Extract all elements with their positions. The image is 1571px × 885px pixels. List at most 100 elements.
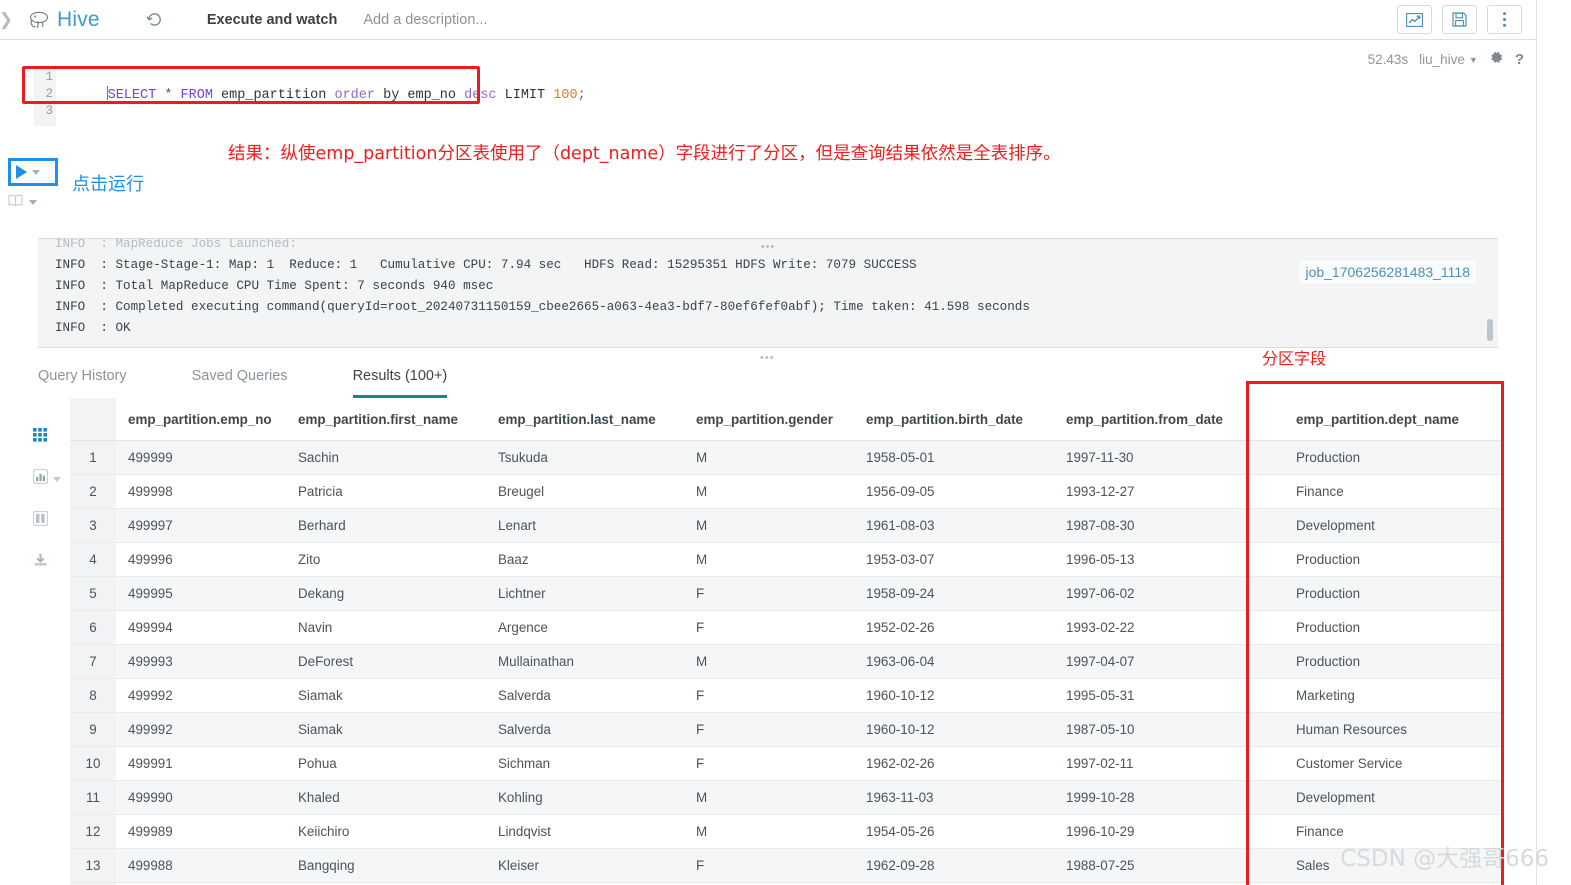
log-resize-grip-bottom[interactable]: ••• <box>760 352 775 364</box>
columns-view-button[interactable] <box>32 510 63 531</box>
table-row[interactable]: 6 499994 Navin Argence F 1952-02-26 1993-02-22… <box>70 610 1502 645</box>
table-row[interactable]: 12 499989 Keiichiro Lindqvist M 1954-05-26 199… <box>70 814 1502 849</box>
table-row[interactable]: 13 499988 Bangqing Kleiser F 1962-09-28 1988-0… <box>70 848 1502 883</box>
chevron-down-icon[interactable]: ▼ <box>1469 55 1478 65</box>
caret-down-icon[interactable] <box>53 476 61 482</box>
database-selector[interactable]: liu_hive <box>1419 52 1465 67</box>
question-mark-icon[interactable]: ? <box>1515 51 1524 68</box>
cell-dept-name: Development <box>1266 508 1502 543</box>
download-button[interactable] <box>33 553 63 572</box>
query-token: emp_partition <box>212 88 335 103</box>
row-number: 10 <box>70 746 116 781</box>
cell-from-date: 1996-05-13 <box>1066 542 1266 577</box>
row-number: 11 <box>70 780 116 815</box>
cell-last-name: Kohling <box>498 780 696 815</box>
chart-view-button[interactable] <box>32 468 63 489</box>
cell-first-name: Siamak <box>298 678 498 713</box>
cell-emp-no: 499989 <box>116 814 298 849</box>
cell-last-name: Salverda <box>498 712 696 747</box>
cell-last-name: Argence <box>498 610 696 645</box>
table-row[interactable]: 3 499997 Berhard Lenart M 1961-08-03 1987-08-3… <box>70 508 1502 543</box>
cell-emp-no: 499998 <box>116 474 298 509</box>
table-row[interactable]: 9 499992 Siamak Salverda F 1960-10-12 1987-05-… <box>70 712 1502 747</box>
cell-birth-date: 1962-02-26 <box>866 746 1066 781</box>
cell-dept-name: Customer Service <box>1266 746 1502 781</box>
explain-button[interactable] <box>8 194 37 210</box>
editor-gutter: 123 <box>34 66 56 126</box>
log-line-1: INFO : Stage-Stage-1: Map: 1 Reduce: 1 C… <box>55 258 917 272</box>
table-row[interactable]: 7 499993 DeForest Mullainathan M 1963-06-04 19… <box>70 644 1502 679</box>
caret-down-icon[interactable] <box>29 199 37 205</box>
more-button[interactable] <box>1487 5 1522 34</box>
vertical-dots-icon <box>1502 11 1507 28</box>
col-first-name[interactable]: emp_partition.first_name <box>298 398 498 441</box>
job-id-link[interactable]: job_1706256281483_1118 <box>1299 261 1476 283</box>
query-token: emp_no <box>407 88 465 103</box>
query-text[interactable]: SELECT * FROM emp_partition order by emp… <box>58 69 586 121</box>
table-row[interactable]: 1 499999 Sachin Tsukuda M 1958-05-01 1997-11-3… <box>70 440 1502 475</box>
row-number: 13 <box>70 848 116 883</box>
table-row[interactable]: 5 499995 Dekang Lichtner F 1958-09-24 1997-06-… <box>70 576 1502 611</box>
table-row[interactable]: 2 499998 Patricia Breugel M 1956-09-05 1993-12… <box>70 474 1502 509</box>
grid-view-button[interactable] <box>33 428 63 447</box>
cell-last-name: Baaz <box>498 542 696 577</box>
tab-results[interactable]: Results (100+) <box>352 368 448 398</box>
cell-last-name: Breugel <box>498 474 696 509</box>
results-table: emp_partition.emp_no emp_partition.first… <box>70 398 1502 885</box>
col-gender[interactable]: emp_partition.gender <box>696 398 866 441</box>
chart-button[interactable] <box>1397 5 1432 34</box>
cell-gender: F <box>696 848 866 883</box>
log-scrollbar[interactable] <box>1487 319 1493 341</box>
table-row[interactable]: 4 499996 Zito Baaz M 1953-03-07 1996-05-13 Prod… <box>70 542 1502 577</box>
cell-birth-date: 1954-05-26 <box>866 814 1066 849</box>
page-title: Execute and watch <box>206 11 338 28</box>
caret-down-icon[interactable] <box>32 169 40 175</box>
table-row[interactable]: 11 499990 Khaled Kohling M 1963-11-03 1999-10-… <box>70 780 1502 815</box>
cell-birth-date: 1956-09-05 <box>866 474 1066 509</box>
col-dept-name[interactable]: emp_partition.dept_name <box>1266 398 1502 441</box>
book-icon <box>8 194 23 210</box>
cell-first-name: Navin <box>298 610 498 645</box>
cell-from-date: 1995-05-31 <box>1066 678 1266 713</box>
dept-column-annotation: 分区字段 <box>1262 349 1327 368</box>
tab-query-history[interactable]: Query History <box>38 368 127 398</box>
cell-emp-no: 499992 <box>116 678 298 713</box>
cell-emp-no: 499999 <box>116 440 298 475</box>
cell-from-date: 1987-05-10 <box>1066 712 1266 747</box>
grid-view-icon <box>33 428 48 447</box>
cell-from-date: 1993-12-27 <box>1066 474 1266 509</box>
query-token: order <box>334 88 375 103</box>
table-row[interactable]: 10 499991 Pohua Sichman F 1962-02-26 1997-02-1… <box>70 746 1502 781</box>
cell-first-name: Keiichiro <box>298 814 498 849</box>
cell-last-name: Lichtner <box>498 576 696 611</box>
description-input[interactable]: Add a description... <box>363 12 487 28</box>
cell-dept-name: Human Resources <box>1266 712 1502 747</box>
results-table-container[interactable]: emp_partition.emp_no emp_partition.first… <box>70 398 1502 885</box>
table-row[interactable]: 8 499992 Siamak Salverda F 1960-10-12 1995-05-… <box>70 678 1502 713</box>
save-button[interactable] <box>1442 5 1477 34</box>
col-birth-date[interactable]: emp_partition.birth_date <box>866 398 1066 441</box>
tab-saved-queries[interactable]: Saved Queries <box>192 368 288 398</box>
results-table-body: 1 499999 Sachin Tsukuda M 1958-05-01 1997-11-3… <box>70 440 1502 885</box>
history-revert-icon[interactable] <box>146 11 163 28</box>
row-number: 8 <box>70 678 116 713</box>
col-from-date[interactable]: emp_partition.from_date <box>1066 398 1266 441</box>
results-table-head: emp_partition.emp_no emp_partition.first… <box>70 398 1502 441</box>
cell-emp-no: 499988 <box>116 848 298 883</box>
row-number: 3 <box>70 508 116 543</box>
run-button[interactable] <box>8 158 58 186</box>
cell-birth-date: 1962-09-28 <box>866 848 1066 883</box>
log-line-3: INFO : Completed executing command(query… <box>55 300 1030 314</box>
cell-from-date: 1997-06-02 <box>1066 576 1266 611</box>
cell-dept-name: Production <box>1266 440 1502 475</box>
sidebar-toggle-chevron-icon[interactable]: ❯ <box>0 0 13 40</box>
col-emp-no[interactable]: emp_partition.emp_no <box>116 398 298 441</box>
cell-birth-date: 1963-06-04 <box>866 644 1066 679</box>
row-number: 7 <box>70 644 116 679</box>
log-panel[interactable]: ••• INFO : MapReduce Jobs Launched: INFO… <box>38 238 1498 348</box>
gear-icon[interactable] <box>1489 50 1504 69</box>
cell-gender: F <box>696 678 866 713</box>
cell-first-name: Siamak <box>298 712 498 747</box>
cell-dept-name: Development <box>1266 780 1502 815</box>
col-last-name[interactable]: emp_partition.last_name <box>498 398 696 441</box>
